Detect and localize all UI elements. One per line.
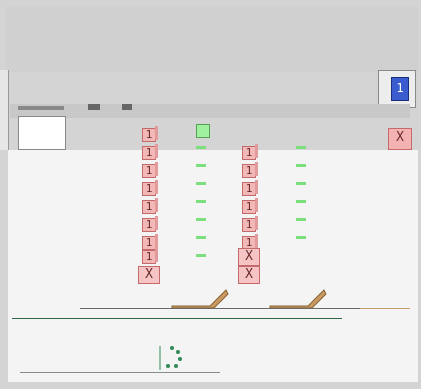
cube: 1 bbox=[142, 216, 158, 232]
blue-cube-button[interactable]: 1 bbox=[378, 70, 416, 108]
green-dash bbox=[196, 182, 206, 185]
cube: 1 bbox=[142, 144, 158, 160]
green-dash bbox=[196, 146, 206, 149]
toolbar-segment-2 bbox=[88, 104, 100, 110]
toolbar-strip bbox=[10, 104, 410, 118]
cube: 1 bbox=[242, 162, 258, 178]
cube-x: X bbox=[238, 266, 260, 284]
bottom-baseline bbox=[20, 372, 220, 373]
green-block bbox=[196, 124, 210, 138]
cube: 1 bbox=[142, 234, 158, 250]
cube: 1 bbox=[142, 162, 158, 178]
green-dash bbox=[196, 254, 206, 257]
left-slot[interactable] bbox=[18, 116, 66, 150]
cube: 1 bbox=[142, 198, 158, 214]
green-dash bbox=[196, 218, 206, 221]
cube: 1 bbox=[242, 144, 258, 160]
green-dash bbox=[296, 164, 306, 167]
green-dash bbox=[296, 146, 306, 149]
green-dash bbox=[296, 182, 306, 185]
ramp-left bbox=[171, 289, 229, 309]
ramp-right bbox=[269, 289, 327, 309]
blue-cube-icon: 1 bbox=[391, 77, 409, 101]
green-dash bbox=[196, 200, 206, 203]
cube: 1 bbox=[242, 180, 258, 196]
toolbar-segment-3 bbox=[122, 104, 132, 110]
game-stage: 1 X 1 1 1 1 1 1 1 1 X 1 1 1 1 1 1 X X bbox=[0, 0, 421, 389]
green-dash bbox=[296, 218, 306, 221]
play-floor bbox=[8, 150, 418, 382]
left-rail bbox=[0, 70, 9, 150]
green-dash bbox=[296, 236, 306, 239]
cube: 1 bbox=[142, 180, 158, 196]
cube-x: X bbox=[238, 248, 260, 266]
toolbar-segment-1 bbox=[18, 106, 64, 110]
cube: 1 bbox=[242, 198, 258, 214]
green-dash bbox=[196, 236, 206, 239]
track-line bbox=[12, 318, 342, 319]
cube: 1 bbox=[242, 216, 258, 232]
red-x-button[interactable]: X bbox=[388, 128, 412, 150]
start-marker-icon bbox=[159, 346, 182, 370]
cube-x: X bbox=[138, 266, 160, 284]
green-dash bbox=[296, 200, 306, 203]
top-band bbox=[6, 6, 418, 72]
green-dash bbox=[196, 164, 206, 167]
left-cube-tower: 1 1 1 1 1 1 1 1 bbox=[140, 126, 160, 288]
cube: 1 bbox=[142, 126, 158, 142]
cube: 1 bbox=[142, 248, 158, 264]
track-line bbox=[360, 308, 410, 309]
